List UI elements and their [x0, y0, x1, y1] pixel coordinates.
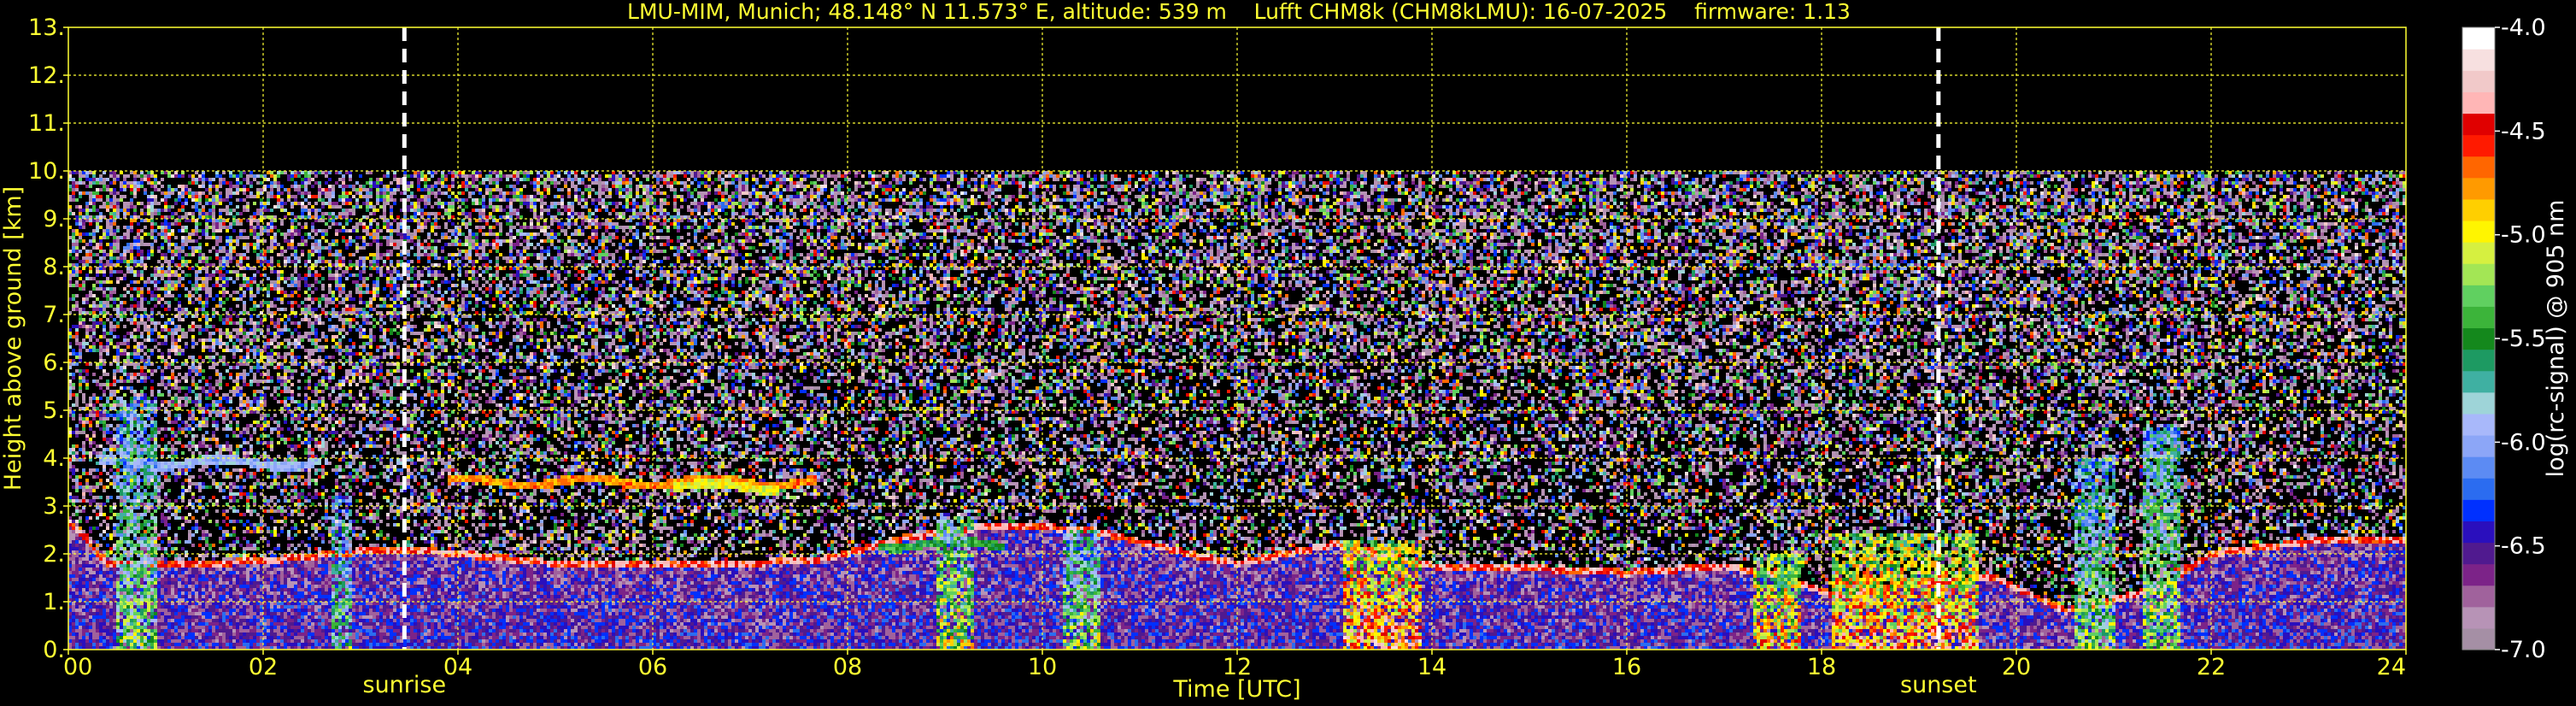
ceilometer-chart: LMU-MIM, Munich; 48.148° N 11.573° E, al… — [0, 0, 2576, 706]
colorbar-tick-label: -5.0 — [2501, 222, 2546, 249]
colorbar-swatch — [2462, 285, 2495, 307]
y-tick-label: 9. — [43, 206, 65, 232]
x-tick-label: 18 — [1807, 654, 1836, 680]
colorbar-swatch — [2462, 198, 2495, 221]
colorbar — [2462, 26, 2496, 650]
y-tick-label: 4. — [43, 445, 65, 472]
colorbar-swatch — [2462, 349, 2495, 372]
x-tick-label: 08 — [833, 654, 862, 680]
y-tick-label: 6. — [43, 350, 65, 376]
x-tick-label: 14 — [1417, 654, 1446, 680]
colorbar-swatch — [2462, 113, 2495, 136]
x-tick-label: 02 — [249, 654, 278, 680]
colorbar-tick-label: -6.0 — [2501, 429, 2546, 456]
colorbar-swatch — [2462, 627, 2495, 650]
y-tick-label: 8. — [43, 254, 65, 280]
sunset-label: sunset — [1900, 672, 1977, 698]
colorbar-swatch — [2462, 91, 2495, 115]
x-axis-label: Time [UTC] — [1172, 676, 1300, 703]
colorbar-tick-label: -5.5 — [2501, 326, 2546, 352]
y-tick-label: 12. — [28, 62, 65, 89]
x-tick-label: 06 — [638, 654, 667, 680]
plot-area — [67, 26, 2407, 650]
x-tick-label: 22 — [2197, 654, 2226, 680]
colorbar-label: log(rc-signal) @ 905 nm — [2543, 200, 2569, 478]
colorbar-swatch — [2462, 27, 2495, 50]
colorbar-swatch — [2462, 177, 2495, 200]
colorbar-tick-label: -7.0 — [2501, 637, 2546, 663]
colorbar-swatch — [2462, 327, 2495, 350]
y-tick-label: 3. — [43, 493, 65, 520]
colorbar-swatch — [2462, 606, 2495, 629]
y-tick-label: 1. — [43, 589, 65, 615]
colorbar-swatch — [2462, 521, 2495, 544]
colorbar-swatch — [2462, 456, 2495, 479]
x-tick-label: 16 — [1612, 654, 1641, 680]
colorbar-swatch — [2462, 585, 2495, 608]
colorbar-swatch — [2462, 242, 2495, 264]
colorbar-swatch — [2462, 220, 2495, 243]
x-tick-label: 20 — [2002, 654, 2031, 680]
x-tick-label: 10 — [1028, 654, 1057, 680]
colorbar-swatch — [2462, 499, 2495, 521]
x-tick-label: 00 — [63, 654, 92, 680]
colorbar-swatch — [2462, 434, 2495, 457]
y-tick-label: 5. — [43, 397, 65, 424]
colorbar-tick-label: -4.0 — [2501, 15, 2546, 41]
colorbar-swatch — [2462, 306, 2495, 329]
colorbar-tick-label: -6.5 — [2501, 533, 2546, 560]
colorbar-swatch — [2462, 70, 2495, 92]
y-axis-label: Height above ground [km] — [0, 186, 26, 491]
y-tick-label: 11. — [28, 110, 65, 137]
x-tick-label: 04 — [443, 654, 472, 680]
colorbar-swatch — [2462, 413, 2495, 436]
colorbar-swatch — [2462, 49, 2495, 71]
y-tick-label: 13. — [28, 15, 65, 41]
colorbar-swatch — [2462, 563, 2495, 586]
colorbar-swatch — [2462, 478, 2495, 500]
colorbar-tick-label: -4.5 — [2501, 118, 2546, 144]
colorbar-swatch — [2462, 542, 2495, 565]
y-tick-label: 0. — [43, 637, 65, 663]
colorbar-swatch — [2462, 370, 2495, 393]
y-tick-label: 10. — [28, 158, 65, 185]
colorbar-swatch — [2462, 391, 2495, 415]
colorbar-swatch — [2462, 263, 2495, 285]
colorbar-swatch — [2462, 156, 2495, 179]
chart-title: LMU-MIM, Munich; 48.148° N 11.573° E, al… — [627, 0, 1851, 24]
y-tick-label: 2. — [43, 541, 65, 568]
sunrise-label: sunrise — [363, 672, 447, 698]
colorbar-swatch — [2462, 134, 2495, 157]
x-tick-label: 24 — [2377, 654, 2406, 680]
y-tick-label: 7. — [43, 302, 65, 328]
